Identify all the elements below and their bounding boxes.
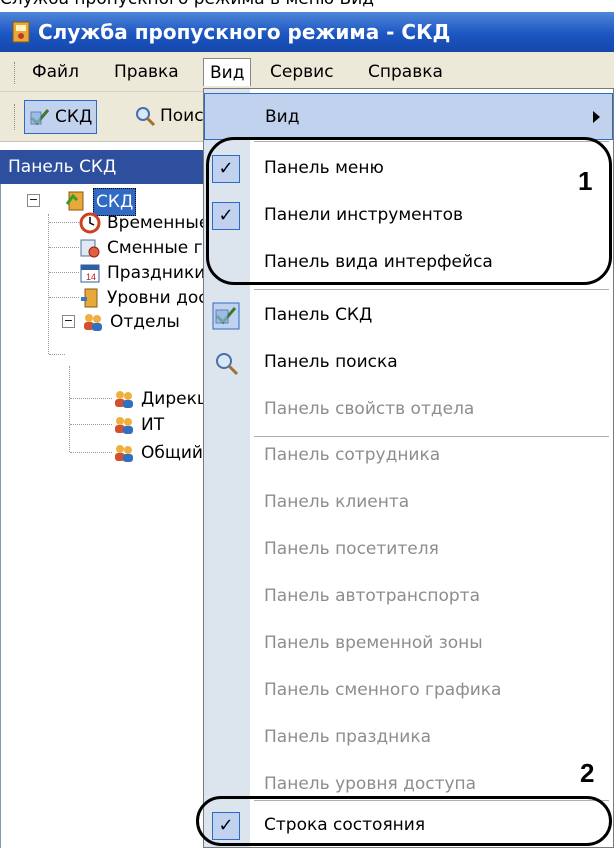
users-group-icon [115, 445, 133, 462]
search-toolbar-button[interactable]: Поиск [130, 100, 205, 134]
menu-item-visitor-panel: Панель посетителя [204, 526, 613, 573]
window-title: Служба пропускного режима - СКД [38, 20, 451, 44]
menu-item-label: Панель СКД [264, 305, 373, 325]
app-icon [12, 21, 30, 43]
calendar-icon: 14 [80, 264, 100, 283]
menu-bar: Файл Правка Вид Сервис Справка [0, 52, 614, 92]
submenu-arrow-icon [593, 111, 600, 123]
menu-item-vehicle-panel: Панель автотранспорта [204, 573, 613, 620]
panel-header: Панель СКД [0, 150, 205, 184]
skd-tree: − СКД Временные зоны Сменные графики 14 … [0, 184, 271, 848]
menu-file[interactable]: Файл [26, 58, 85, 86]
menu-item-client-panel: Панель клиента [204, 479, 613, 526]
callout-frame-2 [196, 796, 612, 846]
title-bar: Служба пропускного режима - СКД [0, 12, 614, 52]
skd-icon [30, 109, 50, 126]
menu-item-label: Панель сотрудника [264, 445, 441, 465]
users-group-icon [115, 391, 133, 408]
menu-item-label: Панель свойств отдела [264, 399, 475, 419]
menu-edit[interactable]: Правка [108, 58, 185, 86]
schedule-icon [80, 239, 100, 258]
menu-item-shift-schedule-panel: Панель сменного графика [204, 667, 613, 714]
callout-number-2: 2 [580, 758, 595, 788]
menu-item-search-panel[interactable]: Панель поиска [204, 339, 613, 386]
search-icon [136, 107, 156, 127]
callout-frame-1 [206, 137, 612, 285]
menubar-grip[interactable] [14, 62, 17, 84]
menu-item-skd-panel[interactable]: Панель СКД [204, 292, 613, 339]
menu-item-label: Панель автотранспорта [264, 586, 481, 606]
menu-item-holiday-panel: Панель праздника [204, 714, 613, 761]
skd-toolbar-label: СКД [55, 107, 93, 127]
tree-node-label: Общий [141, 443, 203, 463]
top-caption: Служба пропускного режима в меню Вид [0, 0, 614, 12]
search-icon [216, 353, 239, 376]
menu-item-label: Вид [265, 107, 300, 127]
menu-view[interactable]: Вид [203, 58, 252, 86]
toolbar-grip[interactable] [14, 104, 17, 130]
menu-help[interactable]: Справка [362, 58, 449, 86]
skd-icon [212, 302, 240, 330]
menu-item-label: Панель посетителя [264, 539, 439, 559]
tree-node-label: Отделы [110, 312, 180, 332]
menu-service[interactable]: Сервис [264, 58, 340, 86]
tree-departments-expander[interactable]: − [62, 315, 75, 328]
menu-item-label: Панель праздника [264, 727, 432, 747]
menu-item-label: Панель поиска [264, 352, 398, 372]
tree-root-expander[interactable]: − [27, 194, 40, 207]
users-group-icon [115, 417, 133, 434]
search-toolbar-label: Поиск [160, 106, 205, 126]
tree-node-label: Праздники [107, 263, 206, 283]
menu-item-label: Панель клиента [264, 492, 410, 512]
menu-item-label: Панель временной зоны [264, 633, 483, 653]
clock-icon [79, 212, 101, 234]
callout-number-1: 1 [578, 166, 593, 196]
menu-item-view-submenu[interactable]: Вид [204, 93, 613, 140]
users-group-icon [84, 314, 102, 331]
menu-item-department-properties-panel: Панель свойств отдела [204, 386, 613, 433]
toolbar: СКД Поиск [0, 92, 205, 142]
skd-toolbar-button[interactable]: СКД [24, 100, 98, 134]
menu-item-label: Панель сменного графика [264, 680, 502, 700]
menu-item-time-zone-panel: Панель временной зоны [204, 620, 613, 667]
access-level-icon [81, 288, 98, 308]
tree-node-label: ИТ [141, 415, 165, 435]
skd-root-icon [65, 191, 84, 211]
svg-text:14: 14 [86, 272, 96, 282]
caption-text: Служба пропускного режима в меню Вид [0, 0, 374, 9]
menu-item-employee-panel: Панель сотрудника [204, 432, 613, 479]
